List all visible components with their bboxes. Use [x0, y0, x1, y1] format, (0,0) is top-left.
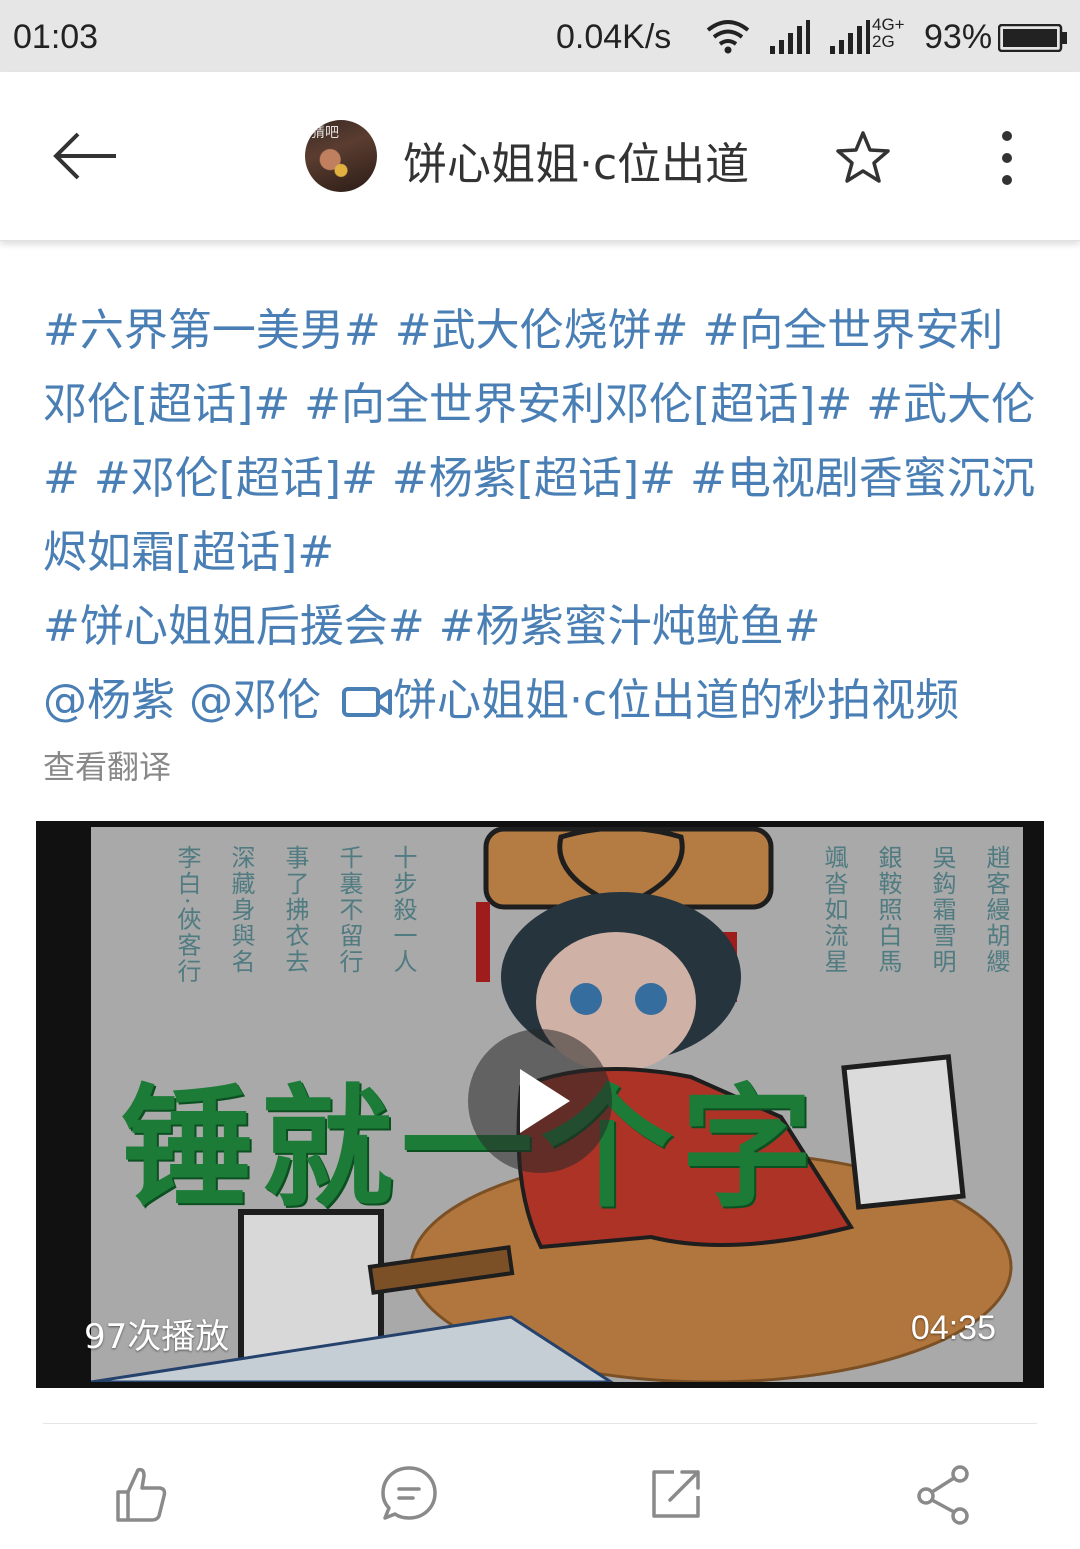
- video-link-text[interactable]: 饼心姐姐·c位出道的秒拍视频: [393, 675, 959, 726]
- signal-secondary-icon: [830, 20, 870, 54]
- avatar-text: 猜吧: [311, 125, 339, 141]
- page-title[interactable]: 饼心姐姐·c位出道: [403, 128, 749, 192]
- mentions-and-video-link: @杨紫 @邓伦 饼心姐姐·c位出道的秒拍视频: [43, 664, 1043, 738]
- wifi-icon: [706, 20, 750, 54]
- more-vertical-icon[interactable]: [992, 128, 1022, 188]
- video-player[interactable]: 十步殺一人 千裏不留行 事了拂衣去 深藏身與名 李白·俠客行 趙客縵胡纓 吳鈎霜…: [36, 821, 1044, 1388]
- network-type: 4G+ 2G: [872, 16, 905, 50]
- repost-icon[interactable]: [644, 1462, 708, 1526]
- play-icon: [520, 1069, 570, 1133]
- view-count: 97次播放: [84, 1317, 230, 1357]
- top-app-bar: 猜吧 饼心姐姐·c位出道: [0, 72, 1080, 241]
- avatar[interactable]: 猜吧: [305, 120, 377, 192]
- status-time: 01:03: [13, 18, 99, 56]
- hashtag-line-1[interactable]: #六界第一美男# #武大伦烧饼# #向全世界安利邓伦[超话]# #向全世界安利邓…: [43, 294, 1043, 590]
- star-icon[interactable]: [835, 130, 891, 184]
- back-arrow-icon[interactable]: [50, 130, 120, 182]
- comment-icon[interactable]: [377, 1462, 441, 1526]
- share-icon[interactable]: [912, 1462, 976, 1526]
- thumb-up-icon[interactable]: [108, 1462, 172, 1526]
- video-duration: 04:35: [910, 1309, 996, 1347]
- network-type-bottom: 2G: [872, 32, 895, 51]
- post-content: #六界第一美男# #武大伦烧饼# #向全世界安利邓伦[超话]# #向全世界安利邓…: [43, 294, 1043, 738]
- mentions[interactable]: @杨紫 @邓伦: [43, 675, 321, 726]
- translate-link[interactable]: 查看翻译: [43, 742, 171, 788]
- video-camera-icon: [342, 687, 392, 717]
- play-button[interactable]: [468, 1029, 612, 1173]
- hashtag-line-2[interactable]: #饼心姐姐后援会# #杨紫蜜汁炖鱿鱼#: [43, 590, 1043, 664]
- status-bar: 01:03 0.04K/s 4G+ 2G 93%: [0, 0, 1080, 72]
- video-link[interactable]: 饼心姐姐·c位出道的秒拍视频: [335, 675, 959, 726]
- divider: [43, 1423, 1037, 1424]
- status-net-speed: 0.04K/s: [556, 18, 672, 56]
- signal-icon: [770, 20, 810, 54]
- battery-icon: [998, 24, 1067, 52]
- battery-percent: 93%: [924, 18, 993, 56]
- network-type-top: 4G+: [872, 15, 905, 34]
